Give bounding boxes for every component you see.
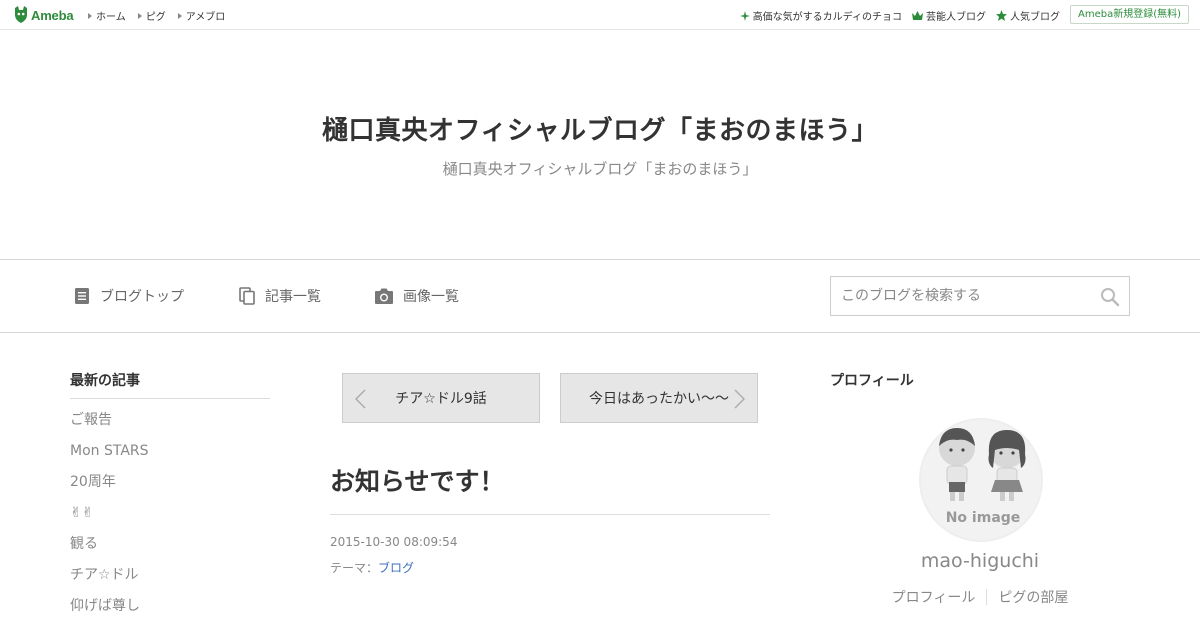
ameba-logo[interactable]: Ameba	[14, 6, 74, 24]
signup-button[interactable]: Ameba新規登録(無料)	[1069, 5, 1189, 24]
triangle-right-icon	[177, 12, 182, 19]
copy-icon	[239, 287, 255, 305]
ameba-logo-text: Ameba	[31, 7, 74, 23]
nav-article-list-label: 記事一覧	[265, 289, 321, 305]
sparkle-icon	[739, 10, 750, 21]
list-item[interactable]: ご報告	[70, 405, 270, 436]
search-icon[interactable]	[1100, 287, 1120, 307]
list-item[interactable]: 20周年	[70, 467, 270, 498]
pigg-room-link[interactable]: ピグの部屋	[987, 587, 1079, 607]
blog-search	[830, 276, 1130, 316]
recent-articles-list: ご報告 Mon STARS 20周年 ✌✌ 観る チア☆ドル 仰げば尊し チア	[70, 405, 270, 630]
blog-title[interactable]: 樋口真央オフィシャルブログ「まおのまほう」	[0, 110, 1200, 147]
top-nav-ameblo[interactable]: アメブロ	[177, 8, 225, 23]
top-nav-pigg[interactable]: ピグ	[137, 8, 166, 23]
profile-panel: プロフィール No image mao-higuchi プロフィール ピグの部屋	[830, 370, 1130, 606]
post-date: 2015-10-30 08:09:54	[330, 535, 458, 549]
triangle-right-icon	[137, 12, 142, 19]
ameba-topbar: Ameba ホーム ピグ アメブロ 高価な気がするカルディのチョコ 芸能人ブログ…	[0, 0, 1200, 30]
profile-link[interactable]: プロフィール	[881, 587, 987, 607]
star-icon	[996, 10, 1007, 21]
recent-articles: 最新の記事 ご報告 Mon STARS 20周年 ✌✌ 観る チア☆ドル 仰げば…	[70, 370, 270, 630]
top-right-links: 高価な気がするカルディのチョコ 芸能人ブログ 人気ブログ	[739, 8, 1060, 23]
prev-article-button[interactable]: チア☆ドル9話	[342, 373, 540, 423]
avatar-caption: No image	[946, 510, 1021, 526]
next-article-label: 今日はあったかい〜〜	[589, 391, 729, 407]
recent-articles-title: 最新の記事	[70, 370, 270, 399]
post-theme: テーマ：ブログ	[330, 559, 414, 576]
top-nav: ホーム ピグ アメブロ	[88, 8, 225, 23]
post-theme-label: テーマ：	[330, 561, 379, 575]
post-title[interactable]: お知らせです！	[330, 462, 505, 498]
nav-image-list-label: 画像一覧	[403, 289, 459, 305]
profile-links: プロフィール ピグの部屋	[830, 587, 1130, 607]
blog-subtitle: 樋口真央オフィシャルブログ「まおのまほう」	[442, 160, 758, 178]
crown-icon	[912, 11, 923, 20]
blog-header: 樋口真央オフィシャルブログ「まおのまほう」 樋口真央オフィシャルブログ「まおのま…	[0, 30, 1200, 259]
nav-article-list[interactable]: 記事一覧	[238, 286, 321, 306]
avatar[interactable]: No image	[919, 418, 1043, 542]
top-nav-home[interactable]: ホーム	[88, 8, 126, 23]
profile-title: プロフィール	[830, 373, 914, 389]
list-item[interactable]: チア	[70, 622, 270, 630]
list-item[interactable]: 観る	[70, 529, 270, 560]
list-item[interactable]: Mon STARS	[70, 436, 270, 467]
nav-blog-top-label: ブログトップ	[100, 289, 184, 305]
next-article-button[interactable]: 今日はあったかい〜〜	[560, 373, 758, 423]
post-divider	[330, 514, 770, 515]
top-link-trending[interactable]: 高価な気がするカルディのチョコ	[739, 8, 902, 23]
search-input[interactable]	[831, 277, 1091, 315]
triangle-right-icon	[88, 12, 92, 19]
top-link-celebrity[interactable]: 芸能人ブログ	[912, 8, 986, 23]
post-theme-link[interactable]: ブログ	[378, 561, 414, 575]
blog-nav: ブログトップ 記事一覧 画像一覧	[0, 259, 1200, 333]
list-item[interactable]: ✌✌	[70, 498, 270, 529]
chevron-left-icon	[355, 389, 366, 409]
document-icon	[75, 288, 89, 304]
camera-icon	[375, 288, 393, 304]
profile-name[interactable]: mao-higuchi	[830, 550, 1130, 572]
list-item[interactable]: 仰げば尊し	[70, 591, 270, 622]
nav-image-list[interactable]: 画像一覧	[374, 286, 459, 306]
top-link-popular[interactable]: 人気ブログ	[996, 8, 1060, 23]
no-image-avatar-illustration: No image	[939, 428, 1026, 526]
prev-article-label: チア☆ドル9話	[395, 391, 487, 407]
list-item[interactable]: チア☆ドル	[70, 560, 270, 591]
chevron-right-icon	[734, 389, 745, 409]
nav-blog-top[interactable]: ブログトップ	[73, 286, 184, 306]
ameba-logo-icon	[15, 6, 27, 23]
